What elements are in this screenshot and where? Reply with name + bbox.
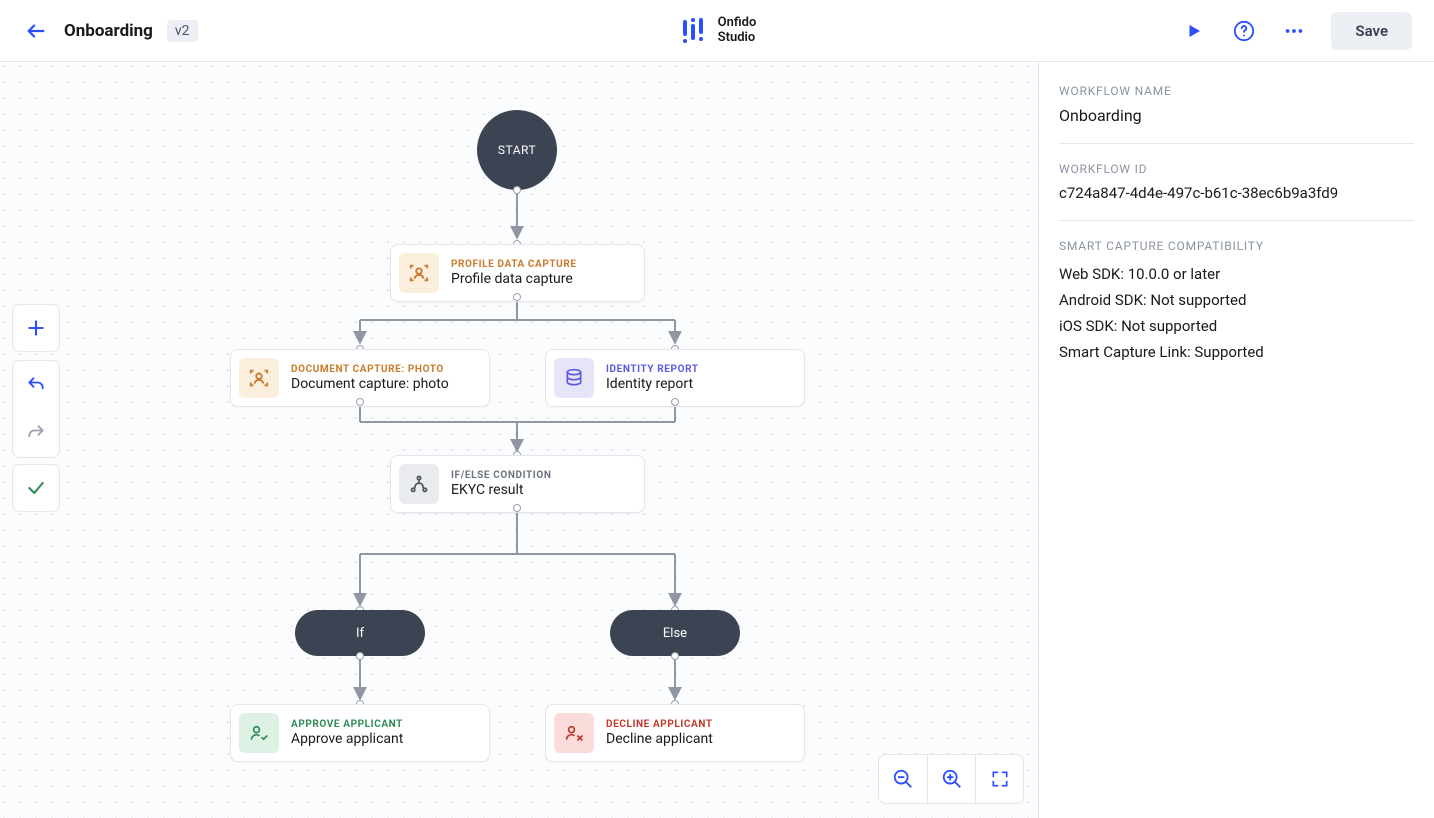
workflow-name-label: WORKFLOW NAME	[1059, 84, 1414, 98]
help-icon	[1233, 20, 1255, 42]
node-label: Approve applicant	[291, 731, 403, 748]
port[interactable]	[513, 186, 521, 194]
history-toolstack	[12, 360, 60, 458]
user-check-icon	[239, 713, 279, 753]
compat-link: Smart Capture Link: Supported	[1059, 343, 1414, 361]
branch-icon	[399, 464, 439, 504]
node-category: IF/ELSE CONDITION	[451, 470, 551, 482]
node-label: Decline applicant	[606, 731, 713, 748]
page-title: Onboarding	[64, 21, 153, 41]
node-approve[interactable]: APPROVE APPLICANT Approve applicant	[230, 704, 490, 762]
play-icon	[1185, 22, 1203, 40]
port[interactable]	[513, 504, 521, 512]
plus-icon	[26, 318, 46, 338]
zoom-in-icon	[941, 768, 963, 790]
save-button[interactable]: Save	[1331, 12, 1412, 50]
compat-web: Web SDK: 10.0.0 or later	[1059, 265, 1414, 283]
port[interactable]	[513, 293, 521, 301]
more-horizontal-icon	[1283, 20, 1305, 42]
compat-label: SMART CAPTURE COMPATIBILITY	[1059, 239, 1414, 253]
redo-button[interactable]	[13, 409, 59, 457]
workflow-canvas[interactable]: START PROFILE DATA CAPTURE Profile data …	[0, 62, 1038, 818]
undo-icon	[26, 375, 46, 395]
maximize-icon	[990, 769, 1010, 789]
brand-line1: Onfido	[718, 16, 757, 31]
zoom-out-button[interactable]	[879, 755, 927, 803]
port[interactable]	[671, 652, 679, 660]
brand-icon	[678, 16, 708, 46]
check-icon	[26, 478, 46, 498]
zoom-in-button[interactable]	[927, 755, 975, 803]
zoom-controls	[878, 754, 1024, 804]
back-button[interactable]	[22, 17, 50, 45]
node-label: EKYC result	[451, 482, 551, 499]
node-label: Profile data capture	[451, 271, 577, 288]
node-category: PROFILE DATA CAPTURE	[451, 259, 577, 271]
arrow-left-icon	[25, 20, 47, 42]
compat-ios: iOS SDK: Not supported	[1059, 317, 1414, 335]
node-category: DOCUMENT CAPTURE: PHOTO	[291, 364, 449, 376]
redo-icon	[26, 423, 46, 443]
node-decline[interactable]: DECLINE APPLICANT Decline applicant	[545, 704, 805, 762]
database-icon	[554, 358, 594, 398]
document-icon	[239, 358, 279, 398]
app-header: Onboarding v2 Onfido Studio Save	[0, 0, 1434, 62]
profile-icon	[399, 253, 439, 293]
brand-line2: Studio	[718, 31, 757, 46]
workflow-id-value: c724a847-4d4e-497c-b61c-38ec6b9a3fd9	[1059, 184, 1414, 202]
port[interactable]	[356, 652, 364, 660]
version-badge[interactable]: v2	[167, 20, 198, 42]
more-button[interactable]	[1281, 18, 1307, 44]
node-label: Document capture: photo	[291, 376, 449, 393]
node-category: IDENTITY REPORT	[606, 364, 699, 376]
validate-button[interactable]	[12, 464, 60, 512]
undo-button[interactable]	[13, 361, 59, 409]
user-x-icon	[554, 713, 594, 753]
workflow-id-label: WORKFLOW ID	[1059, 162, 1414, 176]
if-branch[interactable]: If	[295, 610, 425, 656]
workflow-name-value: Onboarding	[1059, 106, 1414, 125]
node-label: Identity report	[606, 376, 699, 393]
start-node[interactable]: START	[477, 110, 557, 190]
port[interactable]	[356, 398, 364, 406]
brand: Onfido Studio	[678, 16, 757, 46]
add-node-button[interactable]	[12, 304, 60, 352]
node-category: APPROVE APPLICANT	[291, 719, 403, 731]
else-branch[interactable]: Else	[610, 610, 740, 656]
fit-screen-button[interactable]	[975, 755, 1023, 803]
details-panel: WORKFLOW NAME Onboarding WORKFLOW ID c72…	[1038, 62, 1434, 818]
start-label: START	[498, 143, 536, 157]
else-label: Else	[663, 626, 687, 641]
node-category: DECLINE APPLICANT	[606, 719, 713, 731]
port[interactable]	[671, 398, 679, 406]
run-button[interactable]	[1181, 18, 1207, 44]
zoom-out-icon	[892, 768, 914, 790]
help-button[interactable]	[1231, 18, 1257, 44]
compat-android: Android SDK: Not supported	[1059, 291, 1414, 309]
if-label: If	[356, 626, 364, 641]
